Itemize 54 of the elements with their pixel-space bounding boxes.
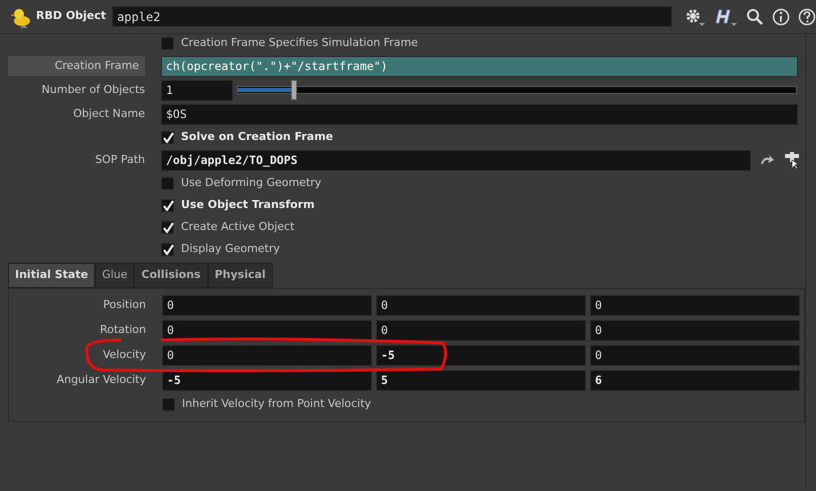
parameter-label: Rotation: [98, 322, 146, 338]
parameter-label: Object Name: [72, 106, 145, 122]
checkbox-label: Display Geometry: [181, 240, 280, 257]
checkbox[interactable]: [161, 220, 174, 234]
slider-handle[interactable]: [290, 80, 297, 100]
parameter-label: Velocity: [102, 346, 146, 363]
input-field[interactable]: -5: [376, 344, 586, 366]
checkbox[interactable]: [161, 36, 174, 50]
checkbox-label: Use Object Transform: [181, 196, 315, 213]
input-field[interactable]: 0: [162, 344, 372, 366]
checkbox-label: Solve on Creation Frame: [181, 128, 334, 145]
jump-arrow-icon[interactable]: [759, 154, 775, 166]
check-icon: [162, 132, 174, 142]
parameter-label: SOP Path: [94, 152, 145, 168]
search-icon[interactable]: [746, 8, 764, 26]
check-icon: [162, 244, 174, 254]
parameter-label: Number of Objects: [40, 82, 145, 98]
input-field[interactable]: 1: [161, 80, 233, 100]
input-field[interactable]: $OS: [161, 104, 798, 124]
checkbox[interactable]: [161, 198, 174, 212]
checkbox-label: Inherit Velocity from Point Velocity: [182, 396, 372, 412]
tab[interactable]: Physical: [208, 263, 273, 288]
h-logo-icon[interactable]: [714, 6, 738, 26]
input-field[interactable]: 0: [590, 320, 800, 340]
input-field[interactable]: 0: [590, 344, 800, 366]
tab[interactable]: Collisions: [134, 263, 208, 288]
checkbox[interactable]: [161, 176, 174, 190]
help-icon[interactable]: [798, 8, 816, 26]
gear-icon[interactable]: [684, 6, 706, 26]
checkbox-label: Create Active Object: [181, 218, 294, 235]
input-field[interactable]: 0: [376, 320, 586, 340]
checkbox-label: Creation Frame Specifies Simulation Frame: [181, 34, 418, 51]
checkbox[interactable]: [162, 398, 175, 411]
checkbox[interactable]: [161, 242, 174, 256]
parameter-label: Creation Frame: [8, 56, 145, 76]
parameter-label: Angular Velocity: [56, 372, 146, 388]
input-field[interactable]: /obj/apple2/TO_DOPS: [161, 150, 751, 170]
check-icon: [162, 222, 174, 232]
input-field[interactable]: 0: [590, 294, 800, 316]
input-field[interactable]: 5: [376, 370, 586, 390]
input-field[interactable]: 0: [376, 294, 586, 316]
checkbox-label: Use Deforming Geometry: [181, 174, 322, 191]
pick-node-icon[interactable]: [783, 151, 801, 169]
check-icon: [162, 200, 174, 210]
info-icon[interactable]: [772, 8, 790, 26]
node-type-label: RBD Object: [36, 8, 106, 24]
parameter-label: Position: [102, 296, 146, 313]
input-field[interactable]: 0: [162, 294, 372, 316]
input-field[interactable]: ch(opcreator(".")+"/startframe"): [161, 56, 798, 76]
tab[interactable]: Glue: [95, 263, 134, 288]
checkbox[interactable]: [161, 130, 174, 144]
input-field[interactable]: 6: [590, 370, 800, 390]
node-name-field[interactable]: apple2: [112, 6, 672, 27]
tab[interactable]: Initial State: [8, 263, 96, 288]
